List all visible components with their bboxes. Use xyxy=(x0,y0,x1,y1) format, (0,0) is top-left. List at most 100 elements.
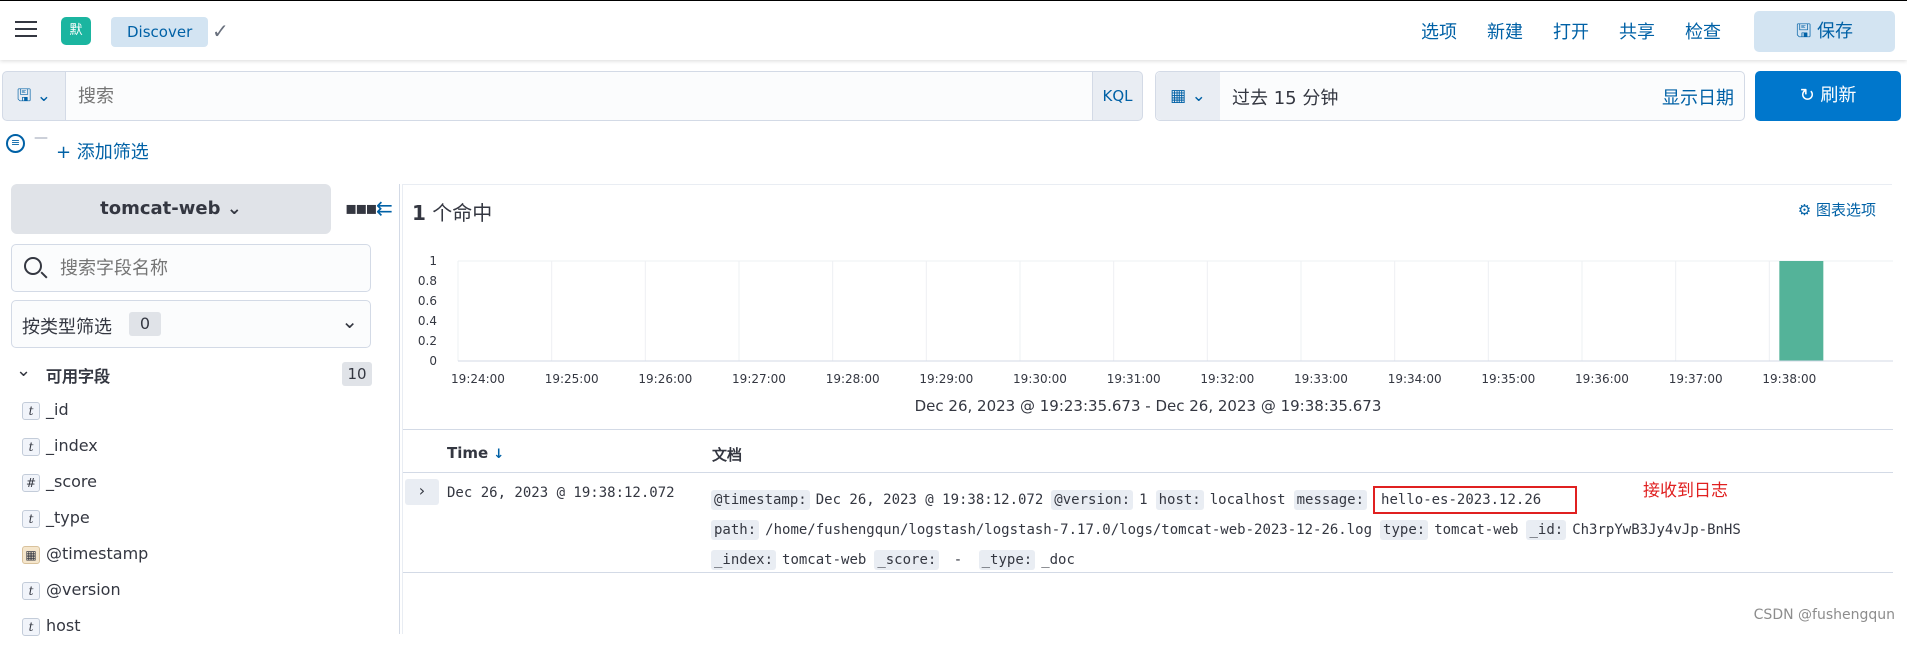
x-tick-label: 19:38:00 xyxy=(1762,372,1816,386)
refresh-icon: ↻ xyxy=(1799,85,1815,106)
doc-field-key: type: xyxy=(1380,520,1429,540)
save-button[interactable]: 🖫 保存 xyxy=(1754,11,1895,52)
field-name: _id xyxy=(46,400,69,419)
histogram-bar[interactable] xyxy=(1779,261,1824,361)
index-pattern-picker[interactable]: tomcat-web ⌄ xyxy=(11,184,331,234)
watermark: CSDN @fushengqun xyxy=(1753,607,1895,623)
x-tick-label: 19:28:00 xyxy=(826,372,880,386)
refresh-label: 刷新 xyxy=(1820,85,1857,106)
x-tick-label: 19:24:00 xyxy=(451,372,505,386)
x-tick-label: 19:36:00 xyxy=(1575,372,1629,386)
y-tick-label: 0 xyxy=(429,354,437,368)
more-options-icon[interactable]: ▪▪▪ xyxy=(345,198,378,219)
hits-label: 个命中 xyxy=(432,201,493,225)
x-tick-label: 19:27:00 xyxy=(732,372,786,386)
search-input[interactable] xyxy=(66,72,966,120)
nav-new[interactable]: 新建 xyxy=(1487,18,1523,44)
saved-query-button[interactable]: 🖫 ⌄ xyxy=(2,71,66,121)
show-dates-link[interactable]: 显示日期 xyxy=(1662,84,1734,110)
space-avatar[interactable]: 默 xyxy=(61,17,91,45)
chevron-down-icon: ⌄ xyxy=(226,198,242,219)
chevron-down-icon: ⌄ xyxy=(16,360,32,381)
annotation-text: 接收到日志 xyxy=(1643,481,1728,501)
nav-inspect[interactable]: 检查 xyxy=(1685,18,1721,44)
field-name: _type xyxy=(46,508,90,527)
doc-field-key: _type: xyxy=(978,550,1036,570)
expand-row-button[interactable]: › xyxy=(405,479,439,505)
doc-field-key: message: xyxy=(1293,490,1368,510)
doc-field-value: - xyxy=(945,552,971,568)
doc-field-key: _index: xyxy=(711,550,777,570)
x-tick-label: 19:35:00 xyxy=(1481,372,1535,386)
hits-count: 1 个命中 xyxy=(412,197,492,226)
date-type-icon: ▦ xyxy=(22,546,40,564)
field-sidebar: tomcat-web ⌄ ▪▪▪ ⇇ 按类型筛选 0 ⌄ ⌄ 可用字段 10 t… xyxy=(0,184,400,636)
refresh-button[interactable]: ↻ 刷新 xyxy=(1755,71,1901,121)
chevron-down-icon: ⌄ xyxy=(341,309,358,333)
save-icon: 🖫 xyxy=(1795,21,1812,42)
x-tick-label: 19:29:00 xyxy=(919,372,973,386)
string-type-icon: t xyxy=(22,618,40,636)
doc-field-value: tomcat-web xyxy=(782,552,867,568)
x-tick-label: 19:25:00 xyxy=(545,372,599,386)
field-name: @timestamp xyxy=(46,544,149,563)
doc-field-key: path: xyxy=(711,520,760,540)
field-name: _index xyxy=(46,436,98,455)
type-filter-count: 0 xyxy=(129,312,161,336)
doc-field-value: tomcat-web xyxy=(1434,522,1519,538)
number-type-icon: # xyxy=(22,474,40,492)
collapse-sidebar-icon[interactable]: ⇇ xyxy=(376,196,393,220)
doc-field-key: host: xyxy=(1155,490,1204,510)
nav-open[interactable]: 打开 xyxy=(1553,18,1589,44)
save-label: 保存 xyxy=(1817,21,1854,42)
x-tick-label: 19:34:00 xyxy=(1388,372,1442,386)
row-time: Dec 26, 2023 @ 19:38:12.072 xyxy=(447,485,675,501)
table-header: Time ↓ 文档 xyxy=(403,429,1893,473)
filter-options-icon[interactable]: ≡ xyxy=(6,134,25,153)
y-tick-label: 0.8 xyxy=(418,274,437,288)
y-tick-label: 1 xyxy=(429,254,437,268)
check-icon: ✓ xyxy=(212,19,229,43)
string-type-icon: t xyxy=(22,402,40,420)
field-name: _score xyxy=(46,472,97,491)
calendar-icon[interactable]: ▦ ⌄ xyxy=(1156,72,1220,120)
query-bar: 🖫 ⌄ KQL ▦ ⌄ 过去 15 分钟 显示日期 ↻ 刷新 xyxy=(0,71,1907,121)
sort-down-icon[interactable]: ↓ xyxy=(493,447,504,462)
type-filter-button[interactable]: 按类型筛选 0 ⌄ xyxy=(11,300,371,348)
time-range-text[interactable]: 过去 15 分钟 xyxy=(1232,84,1338,110)
y-tick-label: 0.4 xyxy=(418,314,437,328)
x-tick-label: 19:32:00 xyxy=(1200,372,1254,386)
doc-field-key: @timestamp: xyxy=(711,490,810,510)
kql-toggle[interactable]: KQL xyxy=(1093,71,1143,121)
doc-field-value: _doc xyxy=(1041,552,1075,568)
doc-field-key: _id: xyxy=(1526,520,1567,540)
field-name: @version xyxy=(46,580,121,599)
string-type-icon: t xyxy=(22,582,40,600)
doc-field-key: _score: xyxy=(874,550,940,570)
histogram-chart: 0 0.2 0.4 0.6 0.8 1 19:24:00 19:25:00 19:26:00 19… xyxy=(418,254,1893,386)
search-icon xyxy=(24,257,42,275)
breadcrumb-discover[interactable]: Discover xyxy=(111,17,209,47)
doc-field-value: Dec 26, 2023 @ 19:38:12.072 xyxy=(815,492,1044,508)
string-type-icon: t xyxy=(22,510,40,528)
y-tick-label: 0.2 xyxy=(418,334,437,348)
main-panel: 1 个命中 ⚙ 图表选项 0 0.2 0.4 0.6 0.8 1 19:24:00 19:25… xyxy=(402,184,1893,634)
top-nav: 选项 新建 打开 共享 检查 xyxy=(1391,18,1721,44)
x-tick-label: 19:33:00 xyxy=(1294,372,1348,386)
menu-icon[interactable] xyxy=(15,21,37,39)
field-search-input[interactable] xyxy=(60,245,360,291)
hits-number: 1 xyxy=(412,201,426,225)
add-filter-button[interactable]: + 添加筛选 xyxy=(56,138,149,164)
index-pattern-label: tomcat-web xyxy=(100,198,221,219)
gear-icon: ⚙ xyxy=(1797,201,1812,219)
chart-options-button[interactable]: ⚙ 图表选项 xyxy=(1798,199,1876,220)
filter-divider: — xyxy=(34,130,48,146)
available-fields-header[interactable]: ⌄ 可用字段 10 xyxy=(16,360,372,390)
doc-field-value: Ch3rpYwB3Jy4vJp-BnHS xyxy=(1572,522,1741,538)
nav-options[interactable]: 选项 xyxy=(1421,18,1457,44)
column-time[interactable]: Time ↓ xyxy=(447,444,504,462)
nav-share[interactable]: 共享 xyxy=(1619,18,1655,44)
x-tick-label: 19:37:00 xyxy=(1669,372,1723,386)
available-fields-count: 10 xyxy=(342,362,372,386)
date-picker: ▦ ⌄ 过去 15 分钟 显示日期 xyxy=(1155,71,1745,121)
